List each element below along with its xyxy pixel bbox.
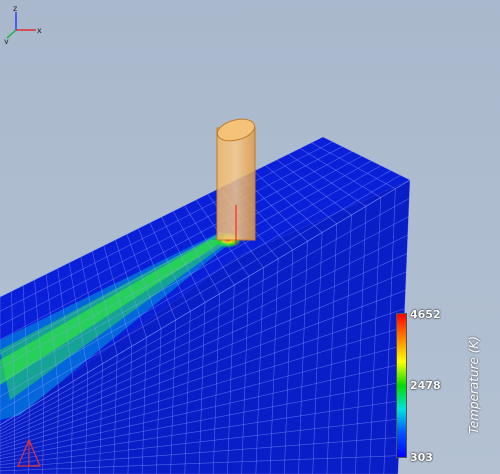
temperature-color-bar (396, 313, 407, 458)
axis-triad: x z y (4, 4, 42, 44)
legend-title: Temperature (K) (467, 336, 481, 434)
legend-mid-label: 2478 (410, 379, 441, 392)
origin-marker-icon (17, 438, 41, 467)
3d-viewport[interactable]: x z y 4652 2478 303 Temperature (K) (0, 0, 500, 474)
tool-cylinder (216, 118, 256, 245)
legend-max-label: 4652 (410, 308, 441, 321)
y-axis-label: y (4, 37, 9, 44)
z-axis-label: z (13, 4, 17, 13)
legend-min-label: 303 (410, 451, 433, 464)
simulation-scene[interactable] (0, 0, 500, 474)
x-axis-label: x (37, 26, 42, 35)
